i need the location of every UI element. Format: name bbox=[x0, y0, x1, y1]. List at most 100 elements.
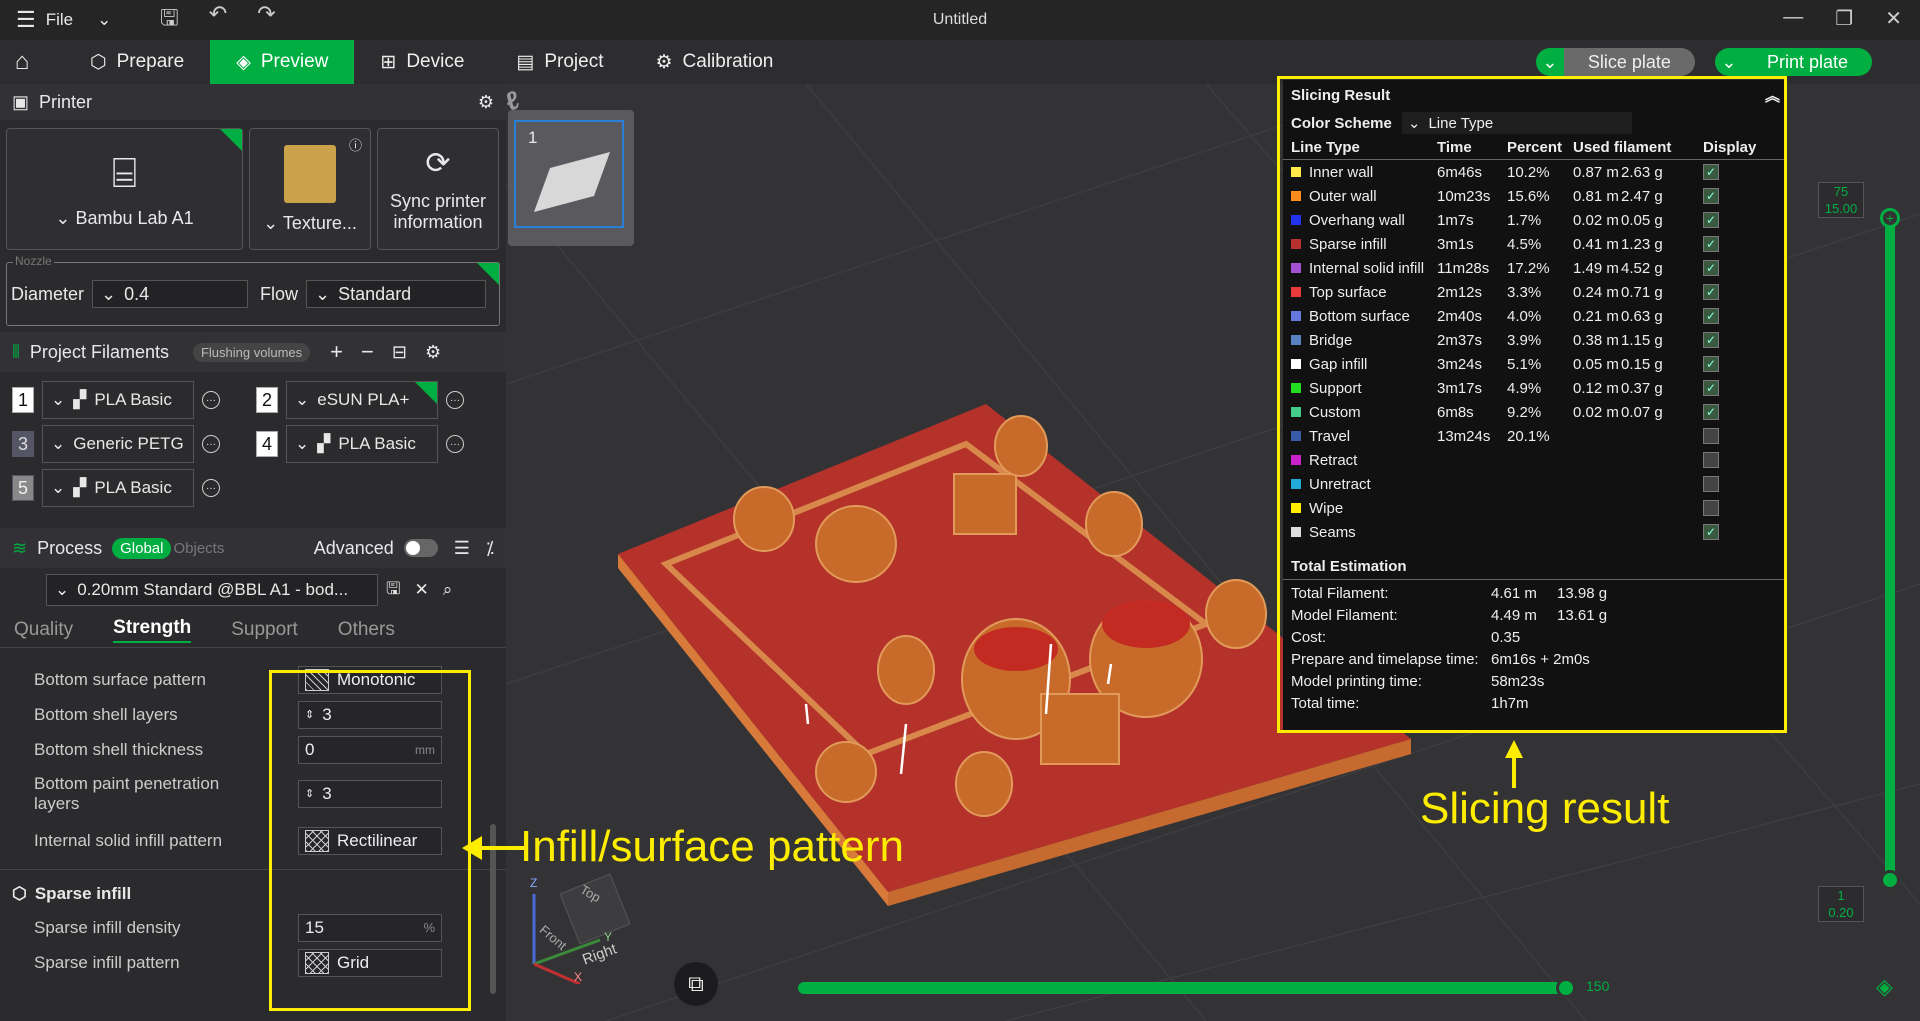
tab-strength[interactable]: Strength bbox=[113, 617, 192, 643]
axis-label-z: Z bbox=[530, 876, 538, 890]
info-icon[interactable]: ⓘ bbox=[349, 135, 362, 154]
list-icon[interactable]: ☰ bbox=[454, 538, 470, 559]
filament-name: Generic PETG bbox=[73, 434, 184, 453]
filament-icon: ▞ bbox=[73, 478, 87, 497]
filament-select-4[interactable]: ⌄ ▞ PLA Basic bbox=[286, 425, 438, 463]
search-icon[interactable]: ⌕ bbox=[443, 580, 453, 600]
annotation-box-settings bbox=[269, 670, 471, 1011]
tab-support[interactable]: Support bbox=[231, 619, 298, 641]
preset-name: 0.20mm Standard @BBL A1 - bod... bbox=[77, 580, 349, 599]
tab-project[interactable]: ▤ Project bbox=[490, 40, 629, 84]
process-subtabs: Quality Strength Support Others bbox=[0, 612, 506, 648]
plate-thumbnail[interactable]: 1 bbox=[508, 110, 634, 246]
print-plate-button[interactable]: ⌄ Print plate bbox=[1714, 48, 1872, 76]
diameter-select[interactable]: ⌄ 0.4 bbox=[92, 280, 249, 308]
layer-slider-bottom-handle[interactable] bbox=[1880, 870, 1900, 890]
home-icon[interactable]: ⌂ bbox=[0, 40, 44, 84]
window-title: Untitled bbox=[932, 11, 988, 28]
setting-label: Sparse infill pattern bbox=[34, 952, 180, 972]
diameter-value: 0.4 bbox=[124, 283, 150, 304]
add-icon[interactable]: + bbox=[330, 339, 343, 365]
project-icon: ▤ bbox=[516, 51, 535, 73]
filament-select-2[interactable]: ⌄ eSUN PLA+ bbox=[286, 381, 438, 419]
more-icon[interactable]: ··· bbox=[202, 391, 220, 409]
section-title: Project Filaments bbox=[29, 341, 169, 362]
more-icon[interactable]: ··· bbox=[202, 479, 220, 497]
selected-marker bbox=[477, 263, 499, 285]
close-icon[interactable]: ✕ bbox=[1885, 6, 1902, 31]
plate-image bbox=[284, 144, 336, 203]
section-title: Sparse infill bbox=[34, 884, 132, 903]
more-icon[interactable]: ··· bbox=[446, 435, 464, 453]
horizontal-slider-handle[interactable] bbox=[1556, 978, 1576, 998]
filament-sync-icon[interactable]: ⊟ bbox=[392, 342, 407, 363]
axis-label-x: X bbox=[574, 970, 583, 984]
plate-card[interactable]: ⓘ ⌄ Texture... bbox=[249, 128, 371, 250]
printer-card[interactable]: ⌸ ⌄ Bambu Lab A1 bbox=[6, 128, 243, 250]
filaments-section-header: ⦀ Project Filaments Flushing volumes + −… bbox=[0, 332, 506, 372]
filament-name: PLA Basic bbox=[338, 434, 416, 453]
filament-select-1[interactable]: ⌄ ▞ PLA Basic bbox=[42, 381, 194, 419]
flushing-volumes-button[interactable]: Flushing volumes bbox=[192, 342, 311, 362]
filament-select-3[interactable]: ⌄ Generic PETG bbox=[42, 425, 194, 463]
setting-label: Sparse infill density bbox=[34, 917, 181, 937]
save-icon[interactable]: 🖫 bbox=[160, 1, 179, 39]
objects-toggle[interactable]: Objects bbox=[173, 540, 224, 557]
tab-label: Prepare bbox=[116, 51, 185, 72]
flow-select[interactable]: ⌄ Standard bbox=[306, 280, 487, 308]
layer-slider-top-handle[interactable]: + bbox=[1880, 208, 1900, 228]
layers-icon: ◈ bbox=[236, 51, 251, 73]
save-icon[interactable]: 🖫 bbox=[386, 576, 400, 605]
section-title: Printer bbox=[39, 91, 93, 112]
sparse-infill-icon: ⬡ bbox=[12, 884, 27, 903]
filament-icon: ▞ bbox=[317, 434, 331, 453]
tab-calibration[interactable]: ⚙ Calibration bbox=[630, 40, 800, 84]
tab-label: Preview bbox=[260, 51, 329, 72]
sync-printer-button[interactable]: ⟳ Sync printer information bbox=[377, 128, 499, 250]
redo-icon[interactable]: ↷ bbox=[257, 1, 275, 39]
bottom-layer-number: 1 bbox=[1837, 888, 1845, 903]
remove-icon[interactable]: − bbox=[361, 339, 374, 365]
filament-select-5[interactable]: ⌄ ▞ PLA Basic bbox=[42, 469, 194, 507]
slice-label: Slice plate bbox=[1563, 48, 1695, 76]
axis-gizmo bbox=[532, 873, 631, 986]
chevron-down-icon: ⌄ bbox=[295, 390, 310, 409]
close-icon[interactable]: ✕ bbox=[414, 580, 428, 600]
tab-prepare[interactable]: ⬡ Prepare bbox=[64, 40, 210, 84]
view-cube[interactable]: Top Front Right Z Y X bbox=[520, 864, 640, 986]
selected-marker bbox=[415, 382, 437, 404]
advanced-switch[interactable] bbox=[403, 539, 438, 557]
layer-slider-track[interactable]: + bbox=[1880, 208, 1900, 890]
gear-icon[interactable]: ⚙ bbox=[425, 342, 441, 363]
tab-quality[interactable]: Quality bbox=[14, 619, 73, 641]
more-icon[interactable]: ··· bbox=[202, 435, 220, 453]
layers-icon[interactable]: ◈ bbox=[1876, 974, 1893, 1000]
switch-knob bbox=[405, 541, 420, 555]
setting-label: Internal solid infill pattern bbox=[34, 831, 223, 850]
chevron-down-icon[interactable]: ⌄ bbox=[1535, 48, 1564, 76]
printer-icon: ▣ bbox=[12, 91, 30, 112]
file-menu[interactable]: ☰ File ⌄ bbox=[0, 7, 120, 33]
gear-icon[interactable]: ⚙ bbox=[478, 92, 494, 113]
compare-icon[interactable]: ⁒ bbox=[486, 538, 494, 559]
undo-icon[interactable]: ↶ bbox=[209, 1, 227, 39]
global-toggle[interactable]: Global bbox=[112, 537, 172, 559]
tab-label: Device bbox=[406, 51, 465, 72]
filament-number: 3 bbox=[12, 431, 34, 457]
tab-preview[interactable]: ◈ Preview bbox=[210, 40, 355, 84]
slice-plate-button[interactable]: ⌄ Slice plate bbox=[1535, 48, 1695, 76]
sync-icon: ⟳ bbox=[425, 146, 451, 180]
minimize-icon[interactable]: — bbox=[1783, 6, 1803, 31]
camera-reset-button[interactable]: ⧉ bbox=[674, 962, 718, 1006]
chevron-down-icon: ⌄ bbox=[263, 212, 283, 233]
setting-label: Bottom paint penetration layers bbox=[34, 774, 220, 813]
tab-device[interactable]: ⊞ Device bbox=[354, 40, 490, 84]
more-icon[interactable]: ··· bbox=[446, 391, 464, 409]
tab-others[interactable]: Others bbox=[338, 619, 395, 641]
chevron-down-icon[interactable]: ⌄ bbox=[1714, 48, 1743, 76]
chevron-down-icon: ⌄ bbox=[51, 478, 66, 497]
process-preset-select[interactable]: ⌄ 0.20mm Standard @BBL A1 - bod... bbox=[46, 574, 378, 606]
flow-label: Flow bbox=[260, 283, 299, 304]
restore-icon[interactable]: ❐ bbox=[1835, 6, 1853, 31]
horizontal-slider-track[interactable] bbox=[798, 978, 1576, 998]
